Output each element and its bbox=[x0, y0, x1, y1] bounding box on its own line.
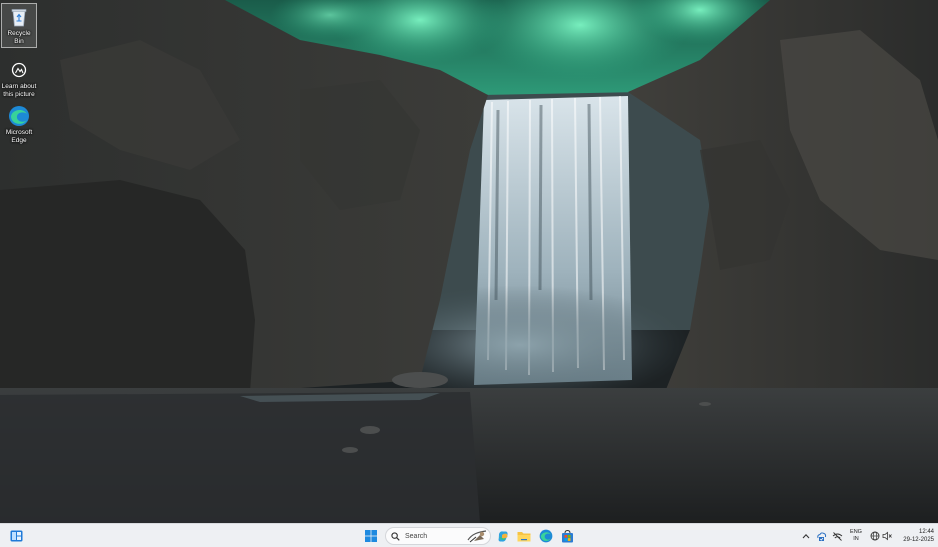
recycle-bin-icon bbox=[8, 6, 30, 28]
show-hidden-icons-button[interactable] bbox=[800, 524, 812, 547]
desktop-icon-label: Recycle Bin bbox=[7, 30, 31, 45]
desktop-icon-microsoft-edge[interactable]: Microsoft Edge bbox=[1, 103, 37, 146]
taskbar-app-microsoft-edge[interactable] bbox=[537, 527, 555, 545]
taskbar-app-copilot[interactable] bbox=[494, 527, 512, 545]
windows-start-icon bbox=[365, 530, 377, 542]
copilot-icon bbox=[498, 530, 508, 542]
language-indicator[interactable]: ENG IN bbox=[846, 524, 866, 547]
search-icon bbox=[391, 531, 400, 541]
edge-icon bbox=[539, 529, 553, 543]
network-icon bbox=[870, 531, 879, 541]
onedrive-sync-icon bbox=[816, 531, 826, 541]
taskbar-app-microsoft-store[interactable] bbox=[558, 527, 576, 545]
taskbar: Search ENG IN 12:44 29-12-2025 bbox=[0, 523, 938, 547]
tray-network-status-button[interactable] bbox=[831, 524, 843, 547]
volume-button[interactable] bbox=[881, 524, 892, 547]
learn-about-picture-icon bbox=[8, 59, 30, 81]
widgets-icon bbox=[10, 530, 22, 542]
desktop-icon-learn-about-picture[interactable]: Learn about this picture bbox=[1, 57, 37, 100]
search-highlight-icon bbox=[467, 530, 487, 543]
desktop-wallpaper bbox=[0, 0, 938, 523]
edge-icon bbox=[8, 105, 30, 127]
clock-date: 29-12-2025 bbox=[903, 537, 934, 543]
store-icon bbox=[561, 529, 573, 542]
network-button[interactable] bbox=[869, 524, 880, 547]
start-button[interactable] bbox=[362, 527, 380, 545]
taskbar-app-file-explorer[interactable] bbox=[515, 527, 533, 545]
desktop-icon-label: Microsoft Edge bbox=[5, 129, 33, 144]
search-input[interactable]: Search bbox=[385, 527, 491, 545]
tray-onedrive-button[interactable] bbox=[815, 524, 827, 547]
chevron-up-icon bbox=[802, 533, 810, 539]
widgets-button[interactable] bbox=[7, 527, 25, 545]
language-code: ENG bbox=[850, 529, 862, 535]
waterfall-landscape-image bbox=[0, 0, 938, 523]
folder-icon bbox=[517, 532, 531, 542]
desktop-icon-label: Learn about this picture bbox=[1, 83, 37, 98]
network-off-icon bbox=[832, 531, 842, 541]
language-region: IN bbox=[853, 536, 859, 542]
desktop-icon-recycle-bin[interactable]: Recycle Bin bbox=[1, 3, 37, 48]
search-placeholder: Search bbox=[405, 532, 428, 540]
clock-time: 12:44 bbox=[918, 529, 934, 535]
volume-muted-icon bbox=[882, 531, 892, 541]
clock[interactable]: 12:44 29-12-2025 bbox=[896, 524, 934, 547]
